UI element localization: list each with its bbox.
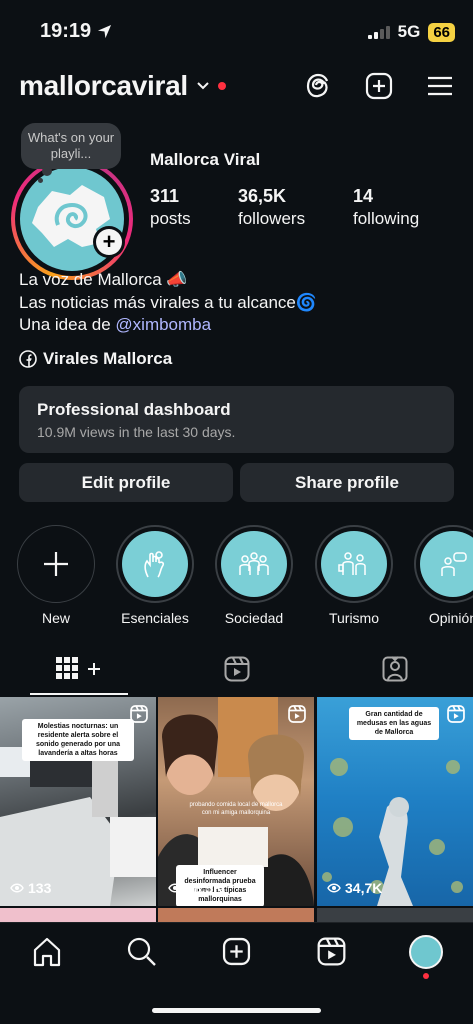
- highlight-label: Opinión: [428, 610, 473, 626]
- mention-link[interactable]: @ximbomba: [115, 315, 211, 334]
- highlight-circle: [215, 525, 293, 603]
- network-type: 5G: [397, 22, 421, 41]
- note-bubble-tail-small: [38, 178, 43, 183]
- profile-nav-avatar[interactable]: [409, 935, 443, 969]
- highlight-label: New: [41, 610, 70, 626]
- reel-indicator-icon: [288, 705, 306, 723]
- view-count: 133: [10, 880, 51, 896]
- create-icon[interactable]: [222, 937, 251, 966]
- grid-icon: [56, 657, 100, 679]
- threads-icon[interactable]: [305, 72, 331, 100]
- highlight-circle: [414, 525, 473, 603]
- profile-notification-dot: [423, 973, 429, 979]
- dashboard-subtitle: 10.9M views in the last 30 days.: [37, 424, 236, 440]
- grid-post[interactable]: probando comida local de mallorca con mi…: [158, 697, 314, 906]
- tab-reels[interactable]: [158, 656, 316, 696]
- post-caption: Molestias nocturnas: un residente alerta…: [22, 719, 134, 761]
- view-count: 28,5K: [168, 880, 223, 896]
- post-overlay-text: probando comida local de mallorca con mi…: [189, 802, 283, 816]
- status-indicators: 5G 66: [367, 22, 455, 42]
- note-bubble[interactable]: What's on your playli...: [21, 123, 121, 169]
- account-switcher[interactable]: mallorcaviral: [19, 70, 226, 102]
- stat-posts[interactable]: 311 posts: [150, 186, 191, 229]
- edit-profile-button[interactable]: Edit profile: [19, 463, 233, 502]
- grid-post[interactable]: Gran cantidad de medusas en las aguas de…: [317, 697, 473, 906]
- facebook-link[interactable]: Virales Mallorca: [19, 349, 172, 369]
- highlight-esenciales[interactable]: Esenciales: [116, 525, 194, 626]
- battery-indicator: 66: [428, 22, 455, 42]
- highlight-sociedad[interactable]: Sociedad: [215, 525, 293, 626]
- bio-line: La voz de Mallorca 📣: [19, 270, 188, 289]
- post-handle: @mallorcaviral: [62, 746, 96, 752]
- reels-nav-icon[interactable]: [317, 937, 346, 966]
- dashboard-title: Professional dashboard: [37, 400, 231, 419]
- search-icon[interactable]: [127, 937, 157, 967]
- people-group-icon: [239, 552, 269, 575]
- share-profile-button[interactable]: Share profile: [240, 463, 454, 502]
- highlight-label: Esenciales: [121, 610, 189, 626]
- highlight-circle: [315, 525, 393, 603]
- highlight-circle: [17, 525, 95, 603]
- view-count: 34,7K: [327, 880, 382, 896]
- add-story-button[interactable]: +: [93, 226, 125, 258]
- highlight-opinion[interactable]: Opinión: [414, 525, 473, 626]
- tourists-icon: [338, 552, 366, 575]
- tab-grid[interactable]: [0, 656, 158, 696]
- home-indicator: [152, 1008, 321, 1013]
- tab-tagged[interactable]: [316, 656, 473, 696]
- menu-icon[interactable]: [427, 75, 453, 97]
- display-name: Mallorca Viral: [150, 150, 261, 169]
- highlight-turismo[interactable]: Turismo: [315, 525, 393, 626]
- highlight-label: Sociedad: [224, 610, 284, 626]
- create-post-icon[interactable]: [365, 72, 393, 100]
- facebook-icon: [19, 350, 37, 368]
- chevron-down-icon: [197, 82, 209, 90]
- post-handle: @mallorcaviral: [363, 733, 397, 739]
- reel-indicator-icon: [447, 705, 465, 723]
- ok-hand-icon: [144, 551, 165, 578]
- stat-followers[interactable]: 36,5K followers: [238, 186, 305, 229]
- bio: La voz de Mallorca 📣 Las noticias más vi…: [19, 269, 317, 337]
- highlight-circle: [116, 525, 194, 603]
- cellular-signal-icon: [367, 25, 390, 39]
- eye-icon: [10, 883, 24, 893]
- home-icon[interactable]: [33, 937, 61, 967]
- plus-icon: [44, 552, 68, 576]
- note-bubble-tail: [42, 166, 52, 176]
- speech-person-icon: [441, 552, 467, 576]
- professional-dashboard[interactable]: Professional dashboard 10.9M views in th…: [19, 386, 454, 453]
- tagged-user-icon: [382, 656, 408, 682]
- bio-line: Las noticias más virales a tu alcance🌀: [19, 292, 318, 312]
- reel-indicator-icon: [130, 705, 148, 723]
- eye-icon: [327, 883, 341, 893]
- active-tab-indicator: [30, 693, 128, 695]
- location-arrow-icon: [98, 24, 112, 39]
- header-actions: [305, 72, 453, 100]
- plus-icon: +: [96, 229, 122, 255]
- eye-icon: [168, 883, 182, 893]
- reels-icon: [224, 656, 250, 682]
- grid-post[interactable]: Molestias nocturnas: un residente alerta…: [0, 697, 156, 906]
- highlight-label: Turismo: [328, 610, 380, 626]
- bio-line: Una idea de @ximbomba: [19, 315, 212, 334]
- highlight-new[interactable]: New: [17, 525, 95, 626]
- status-time: 19:19: [40, 20, 112, 43]
- username: mallorcaviral: [19, 70, 188, 101]
- notification-dot: [217, 82, 226, 90]
- stat-following[interactable]: 14 following: [353, 186, 419, 229]
